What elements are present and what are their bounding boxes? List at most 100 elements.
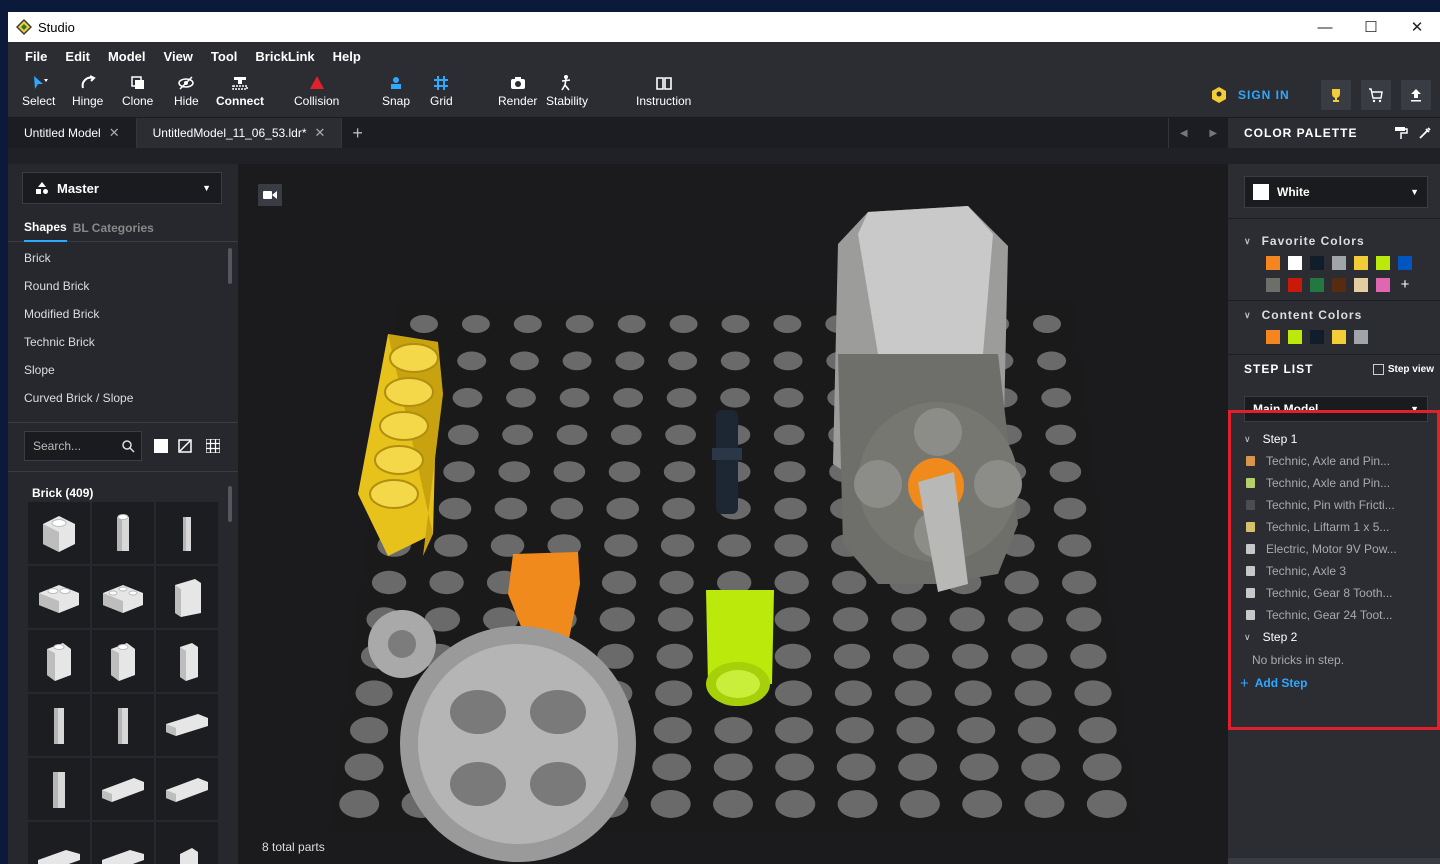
trophy-button[interactable]: [1321, 80, 1351, 110]
color-swatch[interactable]: [1310, 256, 1324, 270]
menu-edit[interactable]: Edit: [65, 49, 90, 64]
brick-thumbnail[interactable]: [28, 502, 90, 564]
tab-next-icon[interactable]: ▶: [1209, 128, 1217, 139]
close-window-button[interactable]: ✕: [1394, 12, 1440, 42]
step-2-header[interactable]: ∨ Step 2: [1228, 626, 1440, 648]
brick-thumbnail[interactable]: [92, 694, 154, 756]
color-swatch[interactable]: [1266, 330, 1280, 344]
select-tool-button[interactable]: Select: [22, 74, 55, 108]
close-tab-icon[interactable]: ✕: [109, 125, 120, 141]
model-select[interactable]: Main Model ▼: [1244, 396, 1428, 422]
camera-toggle-button[interactable]: [258, 184, 282, 206]
list-item[interactable]: Technic Brick: [8, 328, 238, 356]
step-part-item[interactable]: Electric, Motor 9V Pow...: [1228, 538, 1440, 560]
add-tab-button[interactable]: +: [352, 123, 363, 144]
favorite-colors-header[interactable]: ∨ Favorite Colors: [1244, 234, 1365, 248]
menu-file[interactable]: File: [25, 49, 47, 64]
brick-thumbnail[interactable]: [156, 758, 218, 820]
brick-thumbnail[interactable]: [156, 630, 218, 692]
brick-thumbnail[interactable]: [28, 822, 90, 864]
paint-roller-icon[interactable]: [1394, 126, 1408, 140]
list-item[interactable]: Brick: [8, 244, 238, 272]
upload-button[interactable]: [1401, 80, 1431, 110]
cart-button[interactable]: [1361, 80, 1391, 110]
color-select[interactable]: White ▼: [1244, 176, 1428, 208]
tab-prev-icon[interactable]: ◀: [1180, 128, 1188, 139]
color-swatch[interactable]: [1266, 256, 1280, 270]
add-favorite-color-button[interactable]: +: [1398, 277, 1412, 292]
brick-thumbnail[interactable]: [28, 758, 90, 820]
list-item[interactable]: Modified Brick: [8, 300, 238, 328]
close-tab-icon[interactable]: ✕: [315, 125, 326, 141]
right-panel-scrollbar[interactable]: [1228, 858, 1440, 864]
color-swatch[interactable]: [1354, 330, 1368, 344]
step-part-item[interactable]: Technic, Liftarm 1 x 5...: [1228, 516, 1440, 538]
color-swatch[interactable]: [1310, 278, 1324, 292]
list-item[interactable]: Slope: [8, 356, 238, 384]
collision-tool-button[interactable]: Collision: [294, 74, 339, 108]
color-swatch[interactable]: [1332, 256, 1346, 270]
color-swatch[interactable]: [1310, 330, 1324, 344]
filter-outline-icon[interactable]: [178, 439, 192, 453]
add-step-button[interactable]: + Add Step: [1228, 672, 1440, 694]
list-item[interactable]: Round Brick: [8, 272, 238, 300]
color-swatch[interactable]: [1354, 278, 1368, 292]
step-view-checkbox[interactable]: [1372, 363, 1384, 375]
brick-thumbnail[interactable]: [92, 566, 154, 628]
color-swatch[interactable]: [1398, 256, 1412, 270]
brick-thumbnail[interactable]: [92, 630, 154, 692]
eyedropper-icon[interactable]: [1418, 126, 1432, 140]
stability-tool-button[interactable]: Stability: [546, 74, 588, 108]
step-view-toggle[interactable]: Step view: [1372, 363, 1434, 375]
step-part-item[interactable]: Technic, Axle and Pin...: [1228, 450, 1440, 472]
parts-search-input[interactable]: Search...: [24, 431, 142, 461]
hide-tool-button[interactable]: Hide: [174, 74, 199, 108]
color-swatch[interactable]: [1376, 256, 1390, 270]
tab-bl-categories[interactable]: BL Categories: [73, 215, 154, 241]
brick-thumbnail[interactable]: [92, 758, 154, 820]
tab-untitled-model-ldr[interactable]: UntitledModel_11_06_53.ldr* ✕: [136, 118, 343, 148]
sign-in-button[interactable]: SIGN IN: [1210, 86, 1290, 104]
brick-thumbnail[interactable]: [156, 566, 218, 628]
shape-list-scrollbar[interactable]: [228, 248, 232, 284]
snap-tool-button[interactable]: Snap: [382, 74, 410, 108]
color-swatch[interactable]: [1288, 330, 1302, 344]
menu-view[interactable]: View: [164, 49, 193, 64]
color-swatch[interactable]: [1266, 278, 1280, 292]
grid-view-icon[interactable]: [206, 439, 220, 453]
menu-model[interactable]: Model: [108, 49, 146, 64]
brick-thumbnail[interactable]: [92, 822, 154, 864]
render-tool-button[interactable]: Render: [498, 74, 537, 108]
minimize-button[interactable]: —: [1302, 12, 1348, 42]
brick-thumbnail[interactable]: [156, 694, 218, 756]
brick-thumbnail[interactable]: [28, 566, 90, 628]
brick-thumbnail[interactable]: [28, 694, 90, 756]
brick-thumbnail[interactable]: [28, 630, 90, 692]
hinge-tool-button[interactable]: Hinge: [72, 74, 103, 108]
color-swatch[interactable]: [1288, 256, 1302, 270]
3d-viewport[interactable]: 8 total parts: [238, 164, 1228, 864]
step-part-item[interactable]: Technic, Axle 3: [1228, 560, 1440, 582]
clone-tool-button[interactable]: Clone: [122, 74, 153, 108]
grid-tool-button[interactable]: Grid: [430, 74, 453, 108]
brick-thumbnail[interactable]: [156, 502, 218, 564]
maximize-button[interactable]: ☐: [1348, 12, 1394, 42]
brick-grid-scrollbar[interactable]: [228, 486, 232, 522]
color-swatch[interactable]: [1376, 278, 1390, 292]
menu-tool[interactable]: Tool: [211, 49, 237, 64]
color-swatch[interactable]: [1332, 330, 1346, 344]
menu-bricklink[interactable]: BrickLink: [255, 49, 314, 64]
color-swatch[interactable]: [1288, 278, 1302, 292]
color-swatch[interactable]: [1354, 256, 1368, 270]
filter-solid-icon[interactable]: [154, 439, 168, 453]
brick-thumbnail[interactable]: [92, 502, 154, 564]
step-part-item[interactable]: Technic, Gear 8 Tooth...: [1228, 582, 1440, 604]
list-item[interactable]: Curved Brick / Slope: [8, 384, 238, 412]
step-part-item[interactable]: Technic, Pin with Fricti...: [1228, 494, 1440, 516]
tab-shapes[interactable]: Shapes: [24, 214, 67, 242]
brick-thumbnail[interactable]: [156, 822, 218, 864]
tab-untitled-model[interactable]: Untitled Model ✕: [8, 118, 137, 148]
step-1-header[interactable]: ∨ Step 1: [1228, 428, 1440, 450]
connect-tool-button[interactable]: Connect: [216, 74, 264, 108]
color-swatch[interactable]: [1332, 278, 1346, 292]
